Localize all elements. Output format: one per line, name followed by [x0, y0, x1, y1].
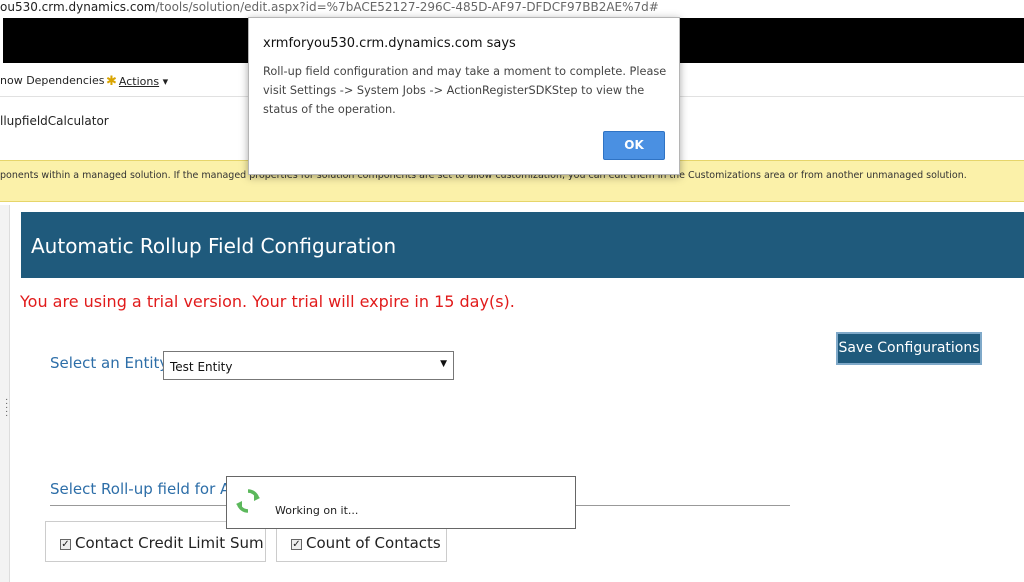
rollup-field-label-text: Count of Contacts	[306, 534, 441, 552]
trial-message: You are using a trial version. Your tria…	[20, 292, 515, 311]
rollup-field-label-text: Contact Credit Limit Sum	[75, 534, 264, 552]
working-popup: Working on it...	[226, 476, 576, 529]
rollup-field-label: Select Roll-up field for Aut	[50, 480, 246, 498]
url-path: /tools/solution/edit.aspx?id=%7bACE52127…	[155, 0, 659, 14]
alert-ok-button[interactable]: OK	[603, 131, 665, 160]
alert-title: xrmforyou530.crm.dynamics.com says	[263, 36, 516, 51]
dropdown-arrow-icon: ▼	[440, 359, 447, 369]
actions-icon: ✱	[106, 74, 117, 89]
checkbox-checked-icon[interactable]: ✓	[60, 539, 71, 550]
url-host: ou530.crm.dynamics.com	[0, 0, 156, 14]
nav-bar-edge	[0, 18, 3, 63]
alert-dialog: xrmforyou530.crm.dynamics.com says Roll-…	[248, 17, 680, 175]
chevron-down-icon: ▾	[162, 75, 169, 88]
address-bar[interactable]: ou530.crm.dynamics.com/tools/solution/ed…	[0, 0, 1024, 18]
working-text: Working on it...	[275, 504, 359, 517]
page-title: Automatic Rollup Field Configuration	[31, 234, 397, 258]
solution-name: llupfieldCalculator	[0, 114, 109, 128]
entity-label: Select an Entity	[50, 354, 169, 372]
actions-label: Actions	[118, 75, 160, 88]
entity-select-value: Test Entity	[170, 360, 233, 374]
save-configurations-button[interactable]: Save Configurations	[836, 332, 982, 365]
refresh-spinner-icon	[236, 489, 260, 513]
alert-message: Roll-up field configuration and may take…	[263, 65, 667, 116]
entity-select[interactable]: Test Entity ▼	[163, 351, 454, 380]
show-dependencies-button[interactable]: now Dependencies	[0, 74, 104, 87]
actions-menu-button[interactable]: ✱ Actions ▾	[106, 74, 168, 89]
page-header: Automatic Rollup Field Configuration	[21, 212, 1024, 278]
checkbox-checked-icon[interactable]: ✓	[291, 539, 302, 550]
splitter-grip-icon[interactable]: · · · · ·	[5, 395, 8, 421]
